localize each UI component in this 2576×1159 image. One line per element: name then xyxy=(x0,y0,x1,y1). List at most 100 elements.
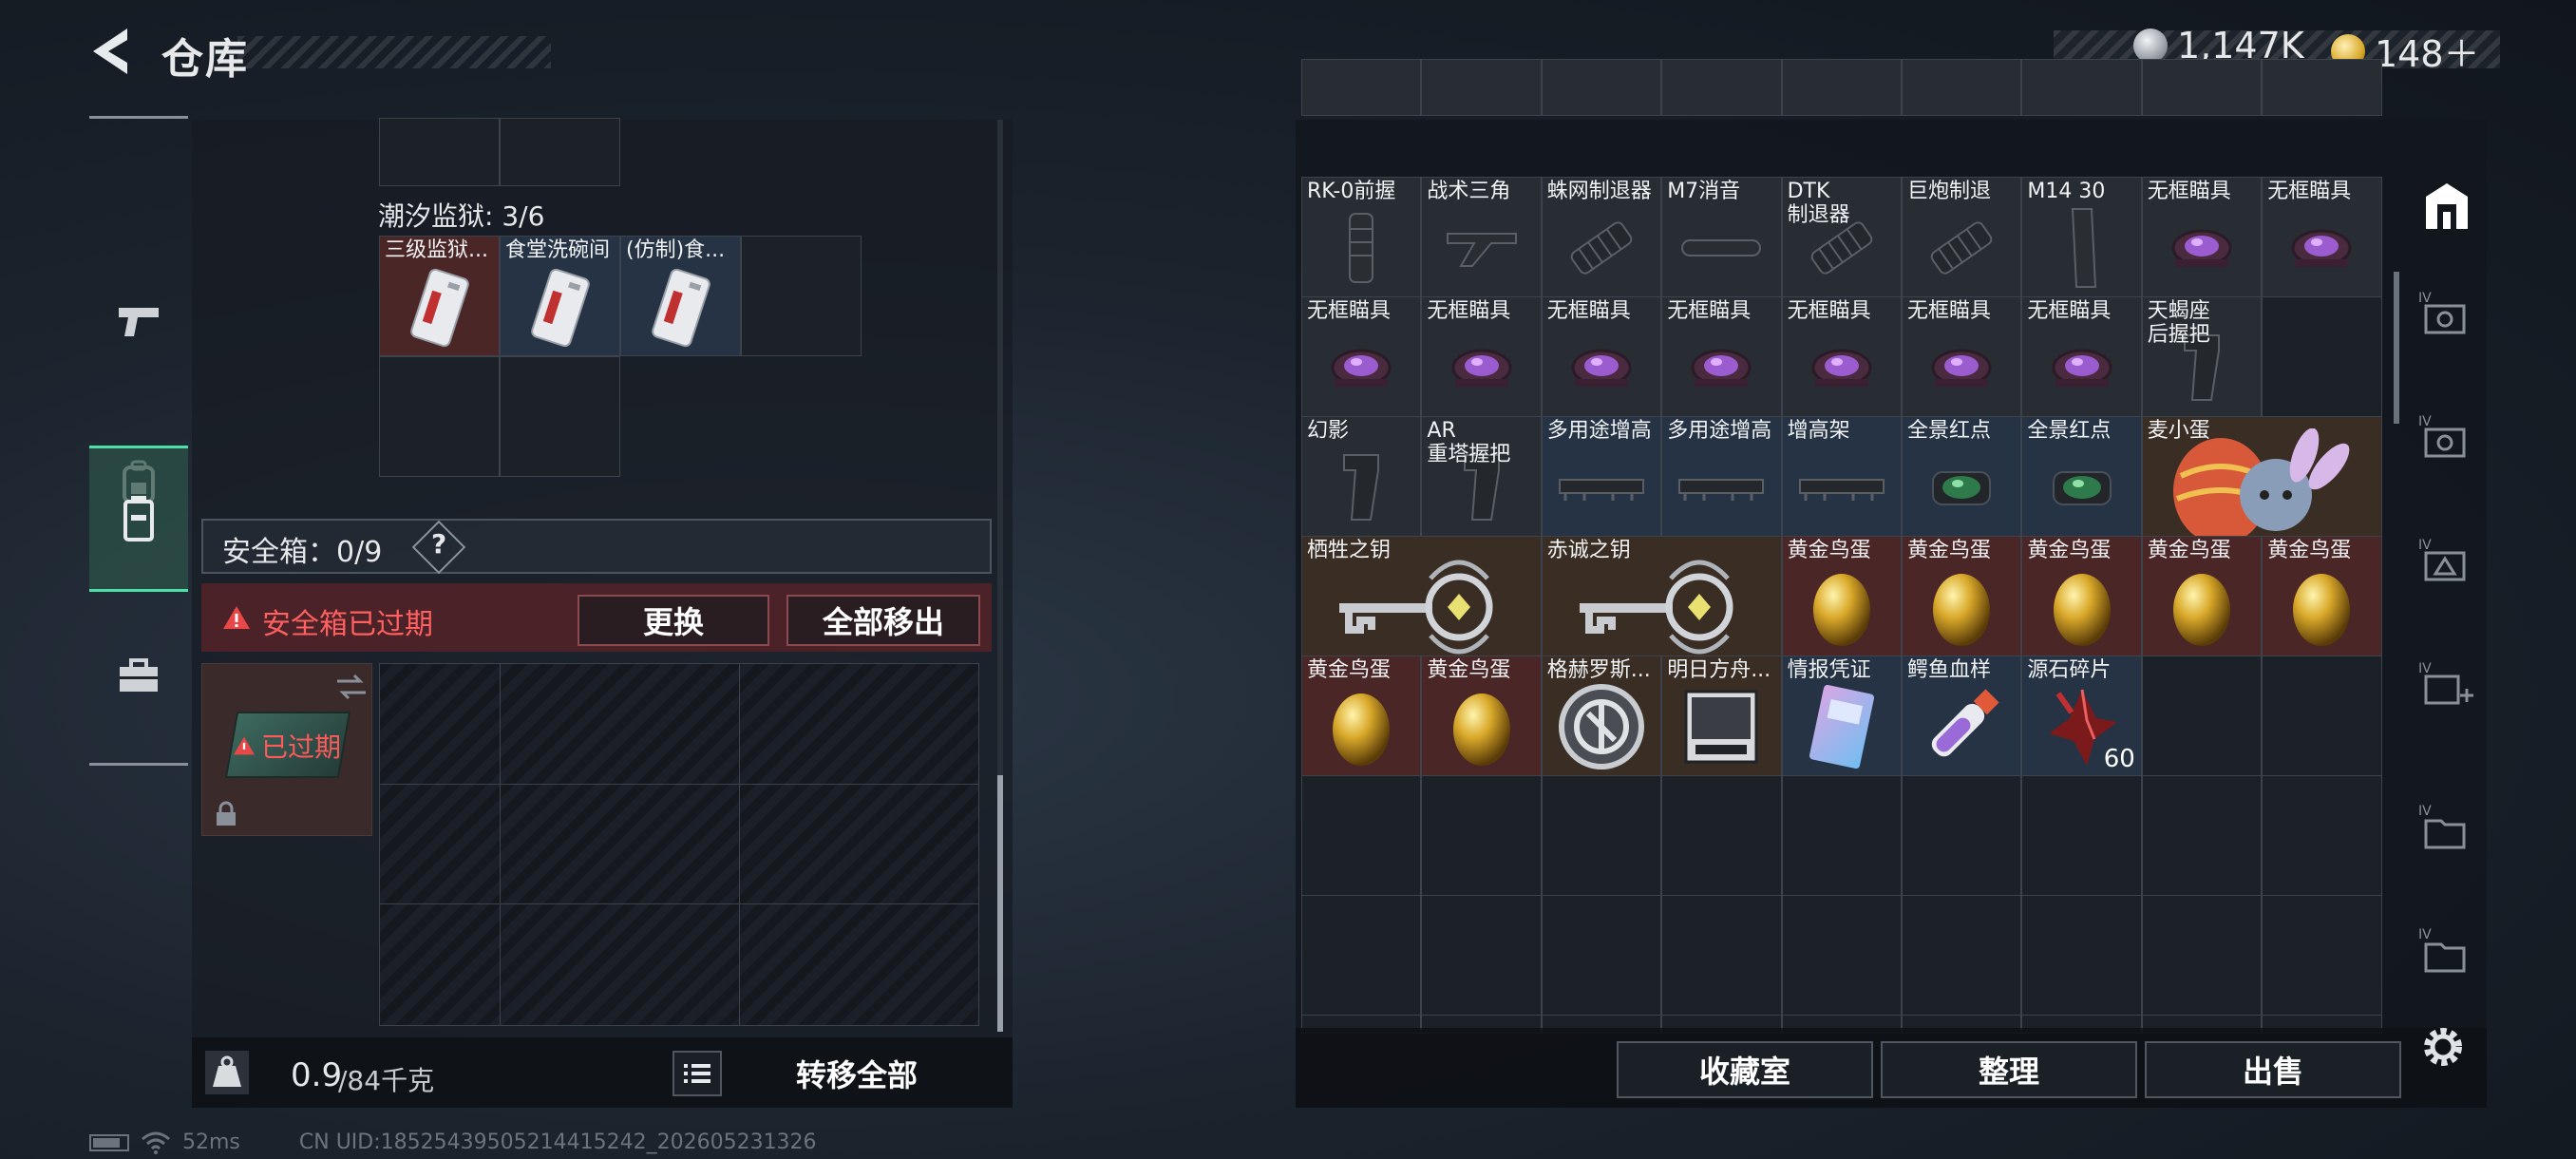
stash-slot-partial[interactable] xyxy=(1421,59,1542,116)
stash-slot-empty[interactable] xyxy=(2262,895,2382,1016)
stash-slot-empty[interactable] xyxy=(1541,895,1662,1016)
stash-slot-empty[interactable] xyxy=(2262,296,2382,417)
sort-button[interactable]: 整理 xyxy=(1881,1041,2137,1098)
stash-slot-partial[interactable] xyxy=(1902,59,2022,116)
stash-item[interactable]: 无框瞄具 xyxy=(1421,296,1542,417)
stash-item[interactable]: AR 重塔握把 xyxy=(1421,416,1542,537)
stash-slot-partial[interactable] xyxy=(1541,59,1662,116)
list-view-button[interactable] xyxy=(672,1051,722,1096)
nav-container[interactable] xyxy=(89,446,188,592)
stash-item[interactable]: 全景红点 xyxy=(1902,416,2022,537)
stash-slot-empty[interactable] xyxy=(2141,656,2263,776)
stash-item[interactable]: RK-0前握 xyxy=(1301,177,1422,297)
stash-item[interactable]: 明日方舟... xyxy=(1661,656,1782,776)
stash-item[interactable]: 无框瞄具 xyxy=(1541,296,1662,417)
stash-slot-partial[interactable] xyxy=(2021,59,2142,116)
stash-slot-partial[interactable] xyxy=(1661,59,1782,116)
slot-empty[interactable] xyxy=(741,236,862,356)
stash-item[interactable]: DTK 制退器 xyxy=(1781,177,1902,297)
stash-item[interactable]: M14 30 xyxy=(2021,177,2142,297)
tab-stash-folder-2[interactable]: IV xyxy=(2416,923,2477,980)
stash-item[interactable]: 无框瞄具 xyxy=(2141,177,2263,297)
stash-item[interactable]: 格赫罗斯... xyxy=(1541,656,1662,776)
sell-button[interactable]: 出售 xyxy=(2145,1041,2401,1098)
tab-stash-2[interactable]: IV xyxy=(2416,410,2477,467)
stash-slot-empty[interactable] xyxy=(1781,775,1902,896)
nav-toolbox[interactable] xyxy=(89,626,188,727)
stash-item[interactable]: 麦小蛋 xyxy=(2141,416,2382,544)
tab-stash-add[interactable]: IV xyxy=(2416,657,2477,714)
stash-item[interactable]: 多用途增高 xyxy=(1661,416,1782,537)
stash-item[interactable]: 无框瞄具 xyxy=(1301,296,1422,417)
stash-item[interactable]: 增高架 xyxy=(1781,416,1902,537)
stash-item[interactable]: 天蝎座 后握把 xyxy=(2141,296,2263,417)
stash-item[interactable]: 无框瞄具 xyxy=(2262,177,2382,297)
stash-slot-empty[interactable] xyxy=(1421,895,1542,1016)
tab-stash-folder-1[interactable]: IV xyxy=(2416,800,2477,857)
stash-item[interactable]: 栖牲之钥 xyxy=(1301,536,1542,656)
stash-slot-empty[interactable] xyxy=(2021,895,2142,1016)
stash-slot-partial[interactable] xyxy=(2262,59,2382,116)
container-item[interactable]: (仿制)食... xyxy=(620,236,741,356)
collection-room-button[interactable]: 收藏室 xyxy=(1617,1041,1873,1098)
stash-slot-empty[interactable] xyxy=(2262,656,2382,776)
slot-empty[interactable] xyxy=(500,118,620,186)
stash-slot-empty[interactable] xyxy=(1301,895,1422,1016)
slot-empty[interactable] xyxy=(500,356,620,477)
stash-slot-empty[interactable] xyxy=(2141,775,2263,896)
stash-scrollbar[interactable] xyxy=(2394,129,2399,1032)
back-button[interactable] xyxy=(87,25,137,78)
stash-item[interactable]: 无框瞄具 xyxy=(1661,296,1782,417)
left-scrollbar[interactable] xyxy=(997,120,1003,1032)
tab-stash-3[interactable]: IV xyxy=(2416,534,2477,591)
stash-item[interactable]: 黄金鸟蛋 xyxy=(1781,536,1902,656)
tab-stash-1[interactable]: IV xyxy=(2416,287,2477,344)
tab-all-stash[interactable] xyxy=(2411,163,2483,249)
stash-slot-empty[interactable] xyxy=(1301,775,1422,896)
stash-item[interactable]: 巨炮制退 xyxy=(1902,177,2022,297)
replace-button[interactable]: 更换 xyxy=(578,595,769,646)
safebox-grid[interactable] xyxy=(379,663,979,1026)
stash-item[interactable]: 黄金鸟蛋 xyxy=(1301,656,1422,776)
swap-icon[interactable] xyxy=(335,674,368,700)
container-item[interactable]: 三级监狱... xyxy=(379,236,500,356)
stash-item[interactable]: 无框瞄具 xyxy=(1781,296,1902,417)
stash-item[interactable]: 黄金鸟蛋 xyxy=(2262,536,2382,656)
safebox-slot[interactable]: 已过期 xyxy=(201,663,372,836)
stash-slot-empty[interactable] xyxy=(2141,895,2263,1016)
stash-slot-empty[interactable] xyxy=(1541,775,1662,896)
stash-item[interactable]: 黄金鸟蛋 xyxy=(2021,536,2142,656)
stash-slot-empty[interactable] xyxy=(1421,775,1542,896)
stash-item[interactable]: 蛛网制退器 xyxy=(1541,177,1662,297)
stash-item[interactable]: 情报凭证 xyxy=(1781,656,1902,776)
stash-slot-empty[interactable] xyxy=(1781,895,1902,1016)
slot-empty[interactable] xyxy=(379,118,500,186)
stash-slot-partial[interactable] xyxy=(2141,59,2263,116)
stash-item[interactable]: 源石碎片 60 xyxy=(2021,656,2142,776)
stash-item[interactable]: 多用途增高 xyxy=(1541,416,1662,537)
stash-slot-empty[interactable] xyxy=(1661,895,1782,1016)
container-item[interactable]: 食堂洗碗间 xyxy=(500,236,620,356)
stash-item[interactable]: 黄金鸟蛋 xyxy=(1421,656,1542,776)
nav-weapons[interactable] xyxy=(89,271,188,371)
stash-item[interactable]: 赤诚之钥 xyxy=(1541,536,1782,656)
stash-item[interactable]: M7消音 xyxy=(1661,177,1782,297)
stash-slot-empty[interactable] xyxy=(1661,775,1782,896)
stash-slot-partial[interactable] xyxy=(1781,59,1902,116)
stash-item[interactable]: 幻影 xyxy=(1301,416,1422,537)
stash-slot-partial[interactable] xyxy=(1301,59,1422,116)
stash-slot-empty[interactable] xyxy=(2262,775,2382,896)
stash-item[interactable]: 战术三角 xyxy=(1421,177,1542,297)
transfer-all-button[interactable]: 转移全部 xyxy=(735,1047,978,1100)
stash-item[interactable]: 无框瞄具 xyxy=(1902,296,2022,417)
settings-button[interactable] xyxy=(2418,1022,2468,1072)
stash-item[interactable]: 全景红点 xyxy=(2021,416,2142,537)
stash-item[interactable]: 黄金鸟蛋 xyxy=(1902,536,2022,656)
stash-slot-empty[interactable] xyxy=(2021,775,2142,896)
stash-item[interactable]: 鳄鱼血样 xyxy=(1902,656,2022,776)
stash-slot-empty[interactable] xyxy=(1902,775,2022,896)
stash-item[interactable]: 黄金鸟蛋 xyxy=(2141,536,2263,656)
stash-slot-empty[interactable] xyxy=(1902,895,2022,1016)
slot-empty[interactable] xyxy=(379,356,500,477)
remove-all-button[interactable]: 全部移出 xyxy=(786,595,980,646)
